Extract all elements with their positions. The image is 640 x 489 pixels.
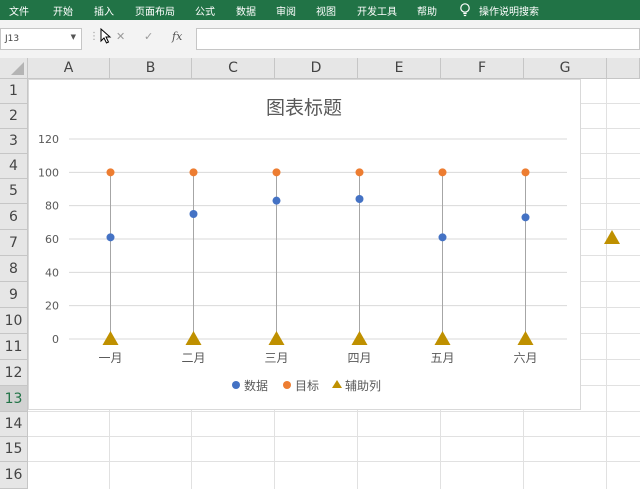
data-point [521, 168, 530, 177]
row-header-7[interactable]: 7 [0, 230, 28, 256]
x-tick-label: 一月 [98, 351, 122, 365]
tab-developer[interactable]: 开发工具 [357, 3, 397, 18]
row-header-15[interactable]: 15 [0, 437, 28, 462]
data-point [189, 168, 198, 177]
formula-input[interactable] [196, 28, 640, 50]
row-header-3[interactable]: 3 [0, 129, 28, 154]
column-header-e[interactable]: E [358, 58, 441, 79]
column-header-b[interactable]: B [110, 58, 192, 79]
data-point-triangle [268, 331, 285, 345]
y-tick-label: 60 [45, 233, 59, 246]
column-header-g[interactable]: G [524, 58, 607, 79]
data-point [272, 168, 281, 177]
chart-plot[interactable]: 图表标题 0 20 40 60 80 100 120 一月 二月 三月 四月 五月 六月 数据 目标 辅助列 [29, 80, 580, 409]
enter-icon[interactable]: ✓ [144, 30, 153, 43]
row-header-14[interactable]: 14 [0, 412, 28, 437]
y-tick-label: 100 [38, 166, 59, 179]
legend-marker [283, 381, 291, 389]
legend-label: 目标 [295, 379, 319, 393]
tab-formulas[interactable]: 公式 [195, 3, 215, 18]
tell-me-search[interactable]: 操作说明搜索 [479, 3, 539, 18]
tab-data[interactable]: 数据 [236, 3, 256, 18]
tab-review[interactable]: 审阅 [276, 3, 296, 18]
y-tick-label: 0 [52, 333, 59, 346]
row-header-13[interactable]: 13 [0, 386, 28, 412]
y-tick-label: 40 [45, 266, 59, 279]
legend-marker [332, 380, 342, 388]
column-header-c[interactable]: C [192, 58, 275, 79]
data-point-triangle [351, 331, 368, 345]
legend-label: 辅助列 [345, 379, 381, 393]
tab-home[interactable]: 开始 [53, 3, 73, 18]
row-gridline [28, 411, 640, 412]
row-header-11[interactable]: 11 [0, 334, 28, 360]
ribbon-bar: 文件 开始 插入 页面布局 公式 数据 审阅 视图 开发工具 帮助 操作说明搜索 [0, 0, 640, 20]
data-point-triangle [434, 331, 451, 345]
tab-insert[interactable]: 插入 [94, 3, 114, 18]
x-tick-label: 二月 [181, 351, 205, 365]
cancel-icon[interactable]: ✕ [116, 30, 125, 43]
column-header-overflow[interactable] [607, 58, 640, 79]
chart-title[interactable]: 图表标题 [266, 97, 342, 119]
row-header-4[interactable]: 4 [0, 154, 28, 179]
data-point-triangle [185, 331, 202, 345]
name-box-value: J13 [5, 34, 20, 44]
y-tick-label: 20 [45, 300, 59, 313]
data-point [272, 196, 281, 205]
row-gridline [28, 436, 640, 437]
x-tick-label: 五月 [430, 351, 454, 365]
data-point [438, 168, 447, 177]
data-point-triangle [102, 331, 119, 345]
tab-file[interactable]: 文件 [9, 3, 29, 18]
x-tick-label: 六月 [513, 351, 537, 365]
x-tick-label: 四月 [347, 351, 371, 365]
row-header-6[interactable]: 6 [0, 204, 28, 230]
data-point [355, 168, 364, 177]
insert-function-icon[interactable]: fx [172, 30, 182, 43]
data-point [106, 168, 115, 177]
x-tick-label: 三月 [264, 351, 288, 365]
legend-marker [232, 381, 240, 389]
select-all-triangle-icon [11, 62, 24, 75]
row-header-9[interactable]: 9 [0, 282, 28, 308]
data-point [189, 210, 198, 218]
tab-help[interactable]: 帮助 [417, 3, 437, 18]
column-header-f[interactable]: F [441, 58, 524, 79]
row-header-2[interactable]: 2 [0, 104, 28, 129]
row-header-12[interactable]: 12 [0, 360, 28, 386]
data-point-triangle [517, 331, 534, 345]
y-tick-label: 80 [45, 200, 59, 213]
row-header-1[interactable]: 1 [0, 79, 28, 104]
tab-page-layout[interactable]: 页面布局 [135, 3, 175, 18]
chevron-down-icon[interactable]: ▼ [71, 33, 76, 41]
name-box[interactable]: J13 ▼ [0, 28, 82, 50]
row-header-8[interactable]: 8 [0, 256, 28, 282]
row-header-10[interactable]: 10 [0, 308, 28, 334]
column-header-a[interactable]: A [28, 58, 110, 79]
data-point [355, 195, 364, 203]
data-point [521, 213, 530, 222]
column-header-d[interactable]: D [275, 58, 358, 79]
mouse-cursor-icon [100, 28, 112, 44]
row-gridline [28, 461, 640, 462]
data-point [106, 233, 115, 242]
chart-area[interactable]: 图表标题 0 20 40 60 80 100 120 一月 二月 三月 四月 五月 六月 数据 目标 辅助列 [28, 79, 581, 410]
more-dots-icon: ⋮ [89, 31, 99, 42]
row-header-16[interactable]: 16 [0, 462, 28, 489]
y-tick-label: 120 [38, 133, 59, 146]
lightbulb-icon [460, 3, 470, 17]
row-header-5[interactable]: 5 [0, 179, 28, 204]
legend-label: 数据 [244, 378, 268, 393]
select-all-corner[interactable] [0, 58, 28, 79]
data-point [438, 233, 447, 242]
column-gridline [606, 79, 607, 489]
tab-view[interactable]: 视图 [316, 3, 336, 18]
floating-triangle-marker [604, 230, 620, 244]
